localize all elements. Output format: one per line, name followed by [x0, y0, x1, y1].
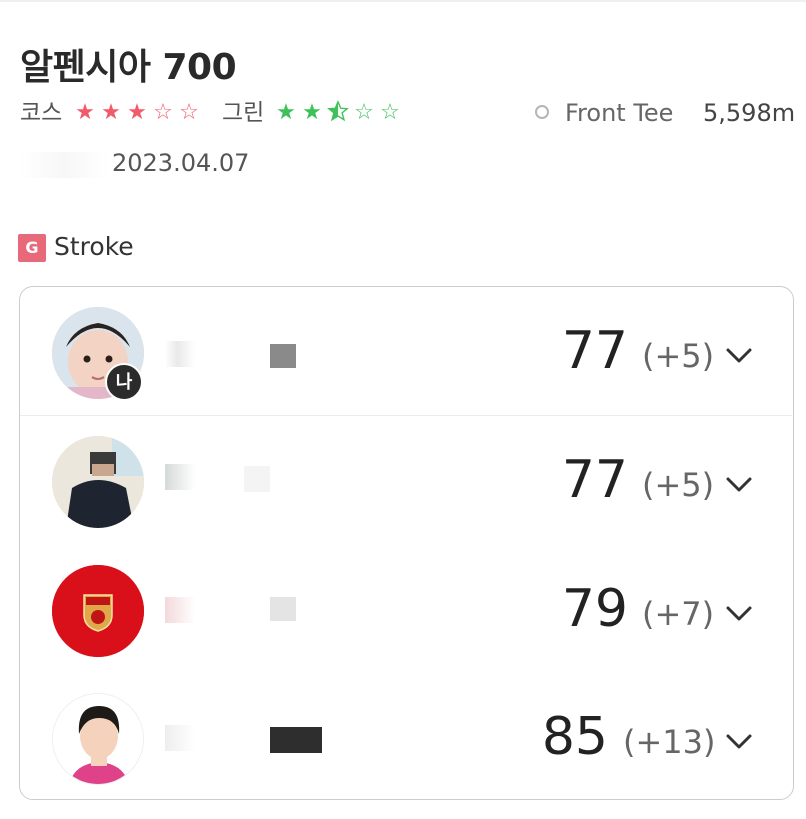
game-type-badge: G [18, 234, 46, 262]
star-filled-icon: ★ [101, 100, 121, 125]
scores-card: 나 77 (+5) 77 (+5) 79 (+7) 85 (+13) [19, 286, 794, 800]
game-type-label: Stroke [54, 232, 134, 261]
player-score: 77 [561, 321, 628, 381]
blurred-info [20, 152, 108, 178]
team-color-box [270, 344, 296, 368]
player-score: 85 [541, 707, 608, 767]
chevron-down-icon[interactable] [722, 468, 756, 502]
green-rating-label: 그린 [222, 100, 265, 126]
score-diff: (+5) [642, 337, 715, 375]
top-divider [0, 0, 806, 2]
star-empty-icon: ☆ [153, 100, 173, 125]
course-rating-stars: ★ ★ ★ ☆ ☆ [72, 96, 202, 130]
team-color-box [270, 597, 296, 621]
avatar [52, 565, 144, 657]
star-empty-icon: ☆ [179, 100, 199, 125]
player-row[interactable]: 나 77 (+5) [20, 287, 792, 416]
score-diff: (+5) [642, 466, 715, 504]
star-half-icon [325, 96, 351, 130]
star-filled-icon: ★ [75, 100, 95, 125]
course-title: 알펜시아 700 [20, 47, 237, 88]
tee-label: Front Tee [565, 99, 674, 127]
player-row[interactable]: 79 (+7) [20, 545, 792, 673]
score-diff: (+13) [623, 723, 716, 761]
team-color-box [244, 466, 270, 492]
chevron-down-icon[interactable] [722, 725, 756, 759]
star-empty-icon: ☆ [380, 100, 400, 125]
player-name-blurred [165, 341, 195, 367]
player-name-blurred [165, 597, 195, 623]
star-empty-icon: ☆ [354, 100, 374, 125]
player-score: 77 [561, 450, 628, 510]
star-filled-icon: ★ [276, 100, 296, 125]
chevron-down-icon[interactable] [722, 339, 756, 373]
player-row[interactable]: 77 (+5) [20, 416, 792, 544]
star-filled-icon: ★ [302, 100, 322, 125]
chevron-down-icon[interactable] [722, 597, 756, 631]
player-row[interactable]: 85 (+13) [20, 673, 792, 801]
avatar [52, 693, 144, 785]
tee-indicator-icon [535, 105, 549, 119]
round-date: 2023.04.07 [112, 149, 250, 177]
me-badge: 나 [105, 363, 143, 401]
player-name-blurred [165, 464, 195, 490]
player-score: 79 [561, 579, 628, 639]
course-rating-label: 코스 [20, 100, 63, 126]
star-filled-icon: ★ [127, 100, 147, 125]
team-color-box [270, 727, 322, 753]
score-diff: (+7) [642, 595, 715, 633]
avatar [52, 436, 144, 528]
course-ratings: 코스 ★ ★ ★ ☆ ☆ 그린 ★ ★ ☆ ☆ Front Tee 5,598m [20, 96, 800, 130]
player-name-blurred [165, 725, 195, 751]
green-rating-stars: ★ ★ ☆ ☆ [273, 96, 403, 130]
course-distance: 5,598m [703, 99, 796, 127]
